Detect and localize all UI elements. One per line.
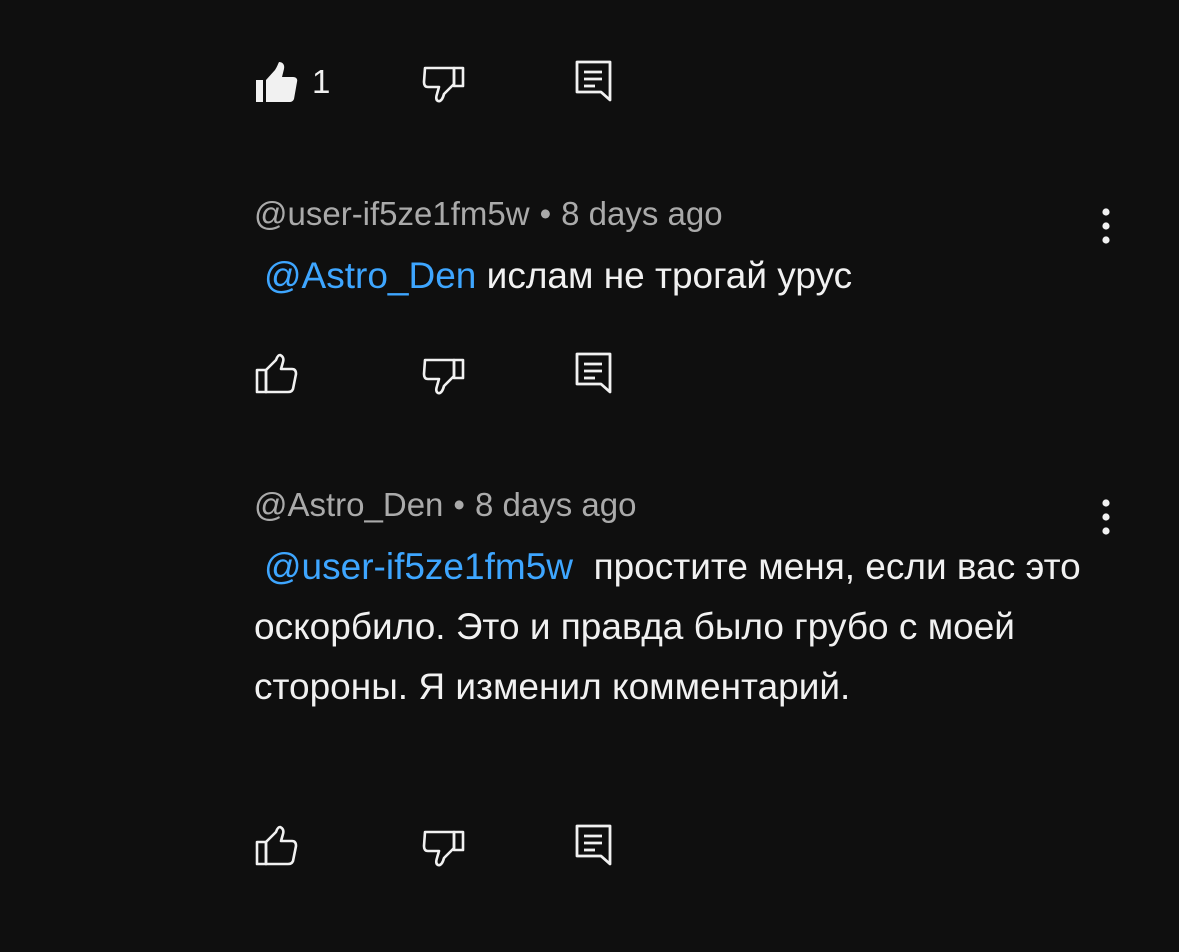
like-button[interactable]: 1 [254, 58, 330, 106]
more-vert-icon [1102, 499, 1110, 535]
comment-actions [254, 822, 674, 870]
comment-header: @Astro_Den • 8 days ago [254, 485, 636, 525]
thumb-up-icon [255, 353, 298, 394]
like-button[interactable] [254, 822, 298, 870]
reply-button[interactable] [574, 58, 614, 106]
like-count: 1 [312, 63, 331, 100]
thumb-down-icon [422, 358, 465, 395]
reply-button[interactable] [574, 350, 614, 398]
reply-button[interactable] [574, 822, 614, 870]
like-button[interactable] [254, 350, 298, 398]
comment-text: @Astro_Den ислам не трогай урус [254, 246, 1094, 306]
thumb-down-icon [422, 66, 465, 103]
mention-link[interactable]: @Astro_Den [264, 255, 476, 296]
top-comment-actions: 1 [254, 58, 674, 106]
comment-header: @user-if5ze1fm5w • 8 days ago [254, 194, 723, 234]
dislike-button[interactable] [422, 58, 466, 106]
more-vert-icon [1102, 208, 1110, 244]
mention-link[interactable]: @user-if5ze1fm5w [264, 546, 573, 587]
reply-icon [575, 824, 612, 866]
comment-time: 8 days ago [561, 195, 723, 232]
comment-menu-button[interactable] [1086, 493, 1126, 543]
reply-icon [575, 60, 612, 102]
thumb-up-filled-icon [256, 62, 298, 102]
dislike-button[interactable] [422, 822, 466, 870]
dislike-button[interactable] [422, 350, 466, 398]
thumb-up-icon [255, 825, 298, 866]
comment-actions [254, 350, 674, 398]
comment-menu-button[interactable] [1086, 202, 1126, 252]
comment-author[interactable]: @user-if5ze1fm5w [254, 195, 530, 232]
thumb-down-icon [422, 830, 465, 867]
reply-icon [575, 352, 612, 394]
meta-separator: • [453, 486, 465, 523]
comment-content: ислам не трогай урус [486, 255, 853, 296]
comment-text: @user-if5ze1fm5w простите меня, если вас… [254, 537, 1094, 717]
comment-author[interactable]: @Astro_Den [254, 486, 443, 523]
meta-separator: • [539, 195, 552, 232]
comment-time: 8 days ago [474, 486, 637, 523]
